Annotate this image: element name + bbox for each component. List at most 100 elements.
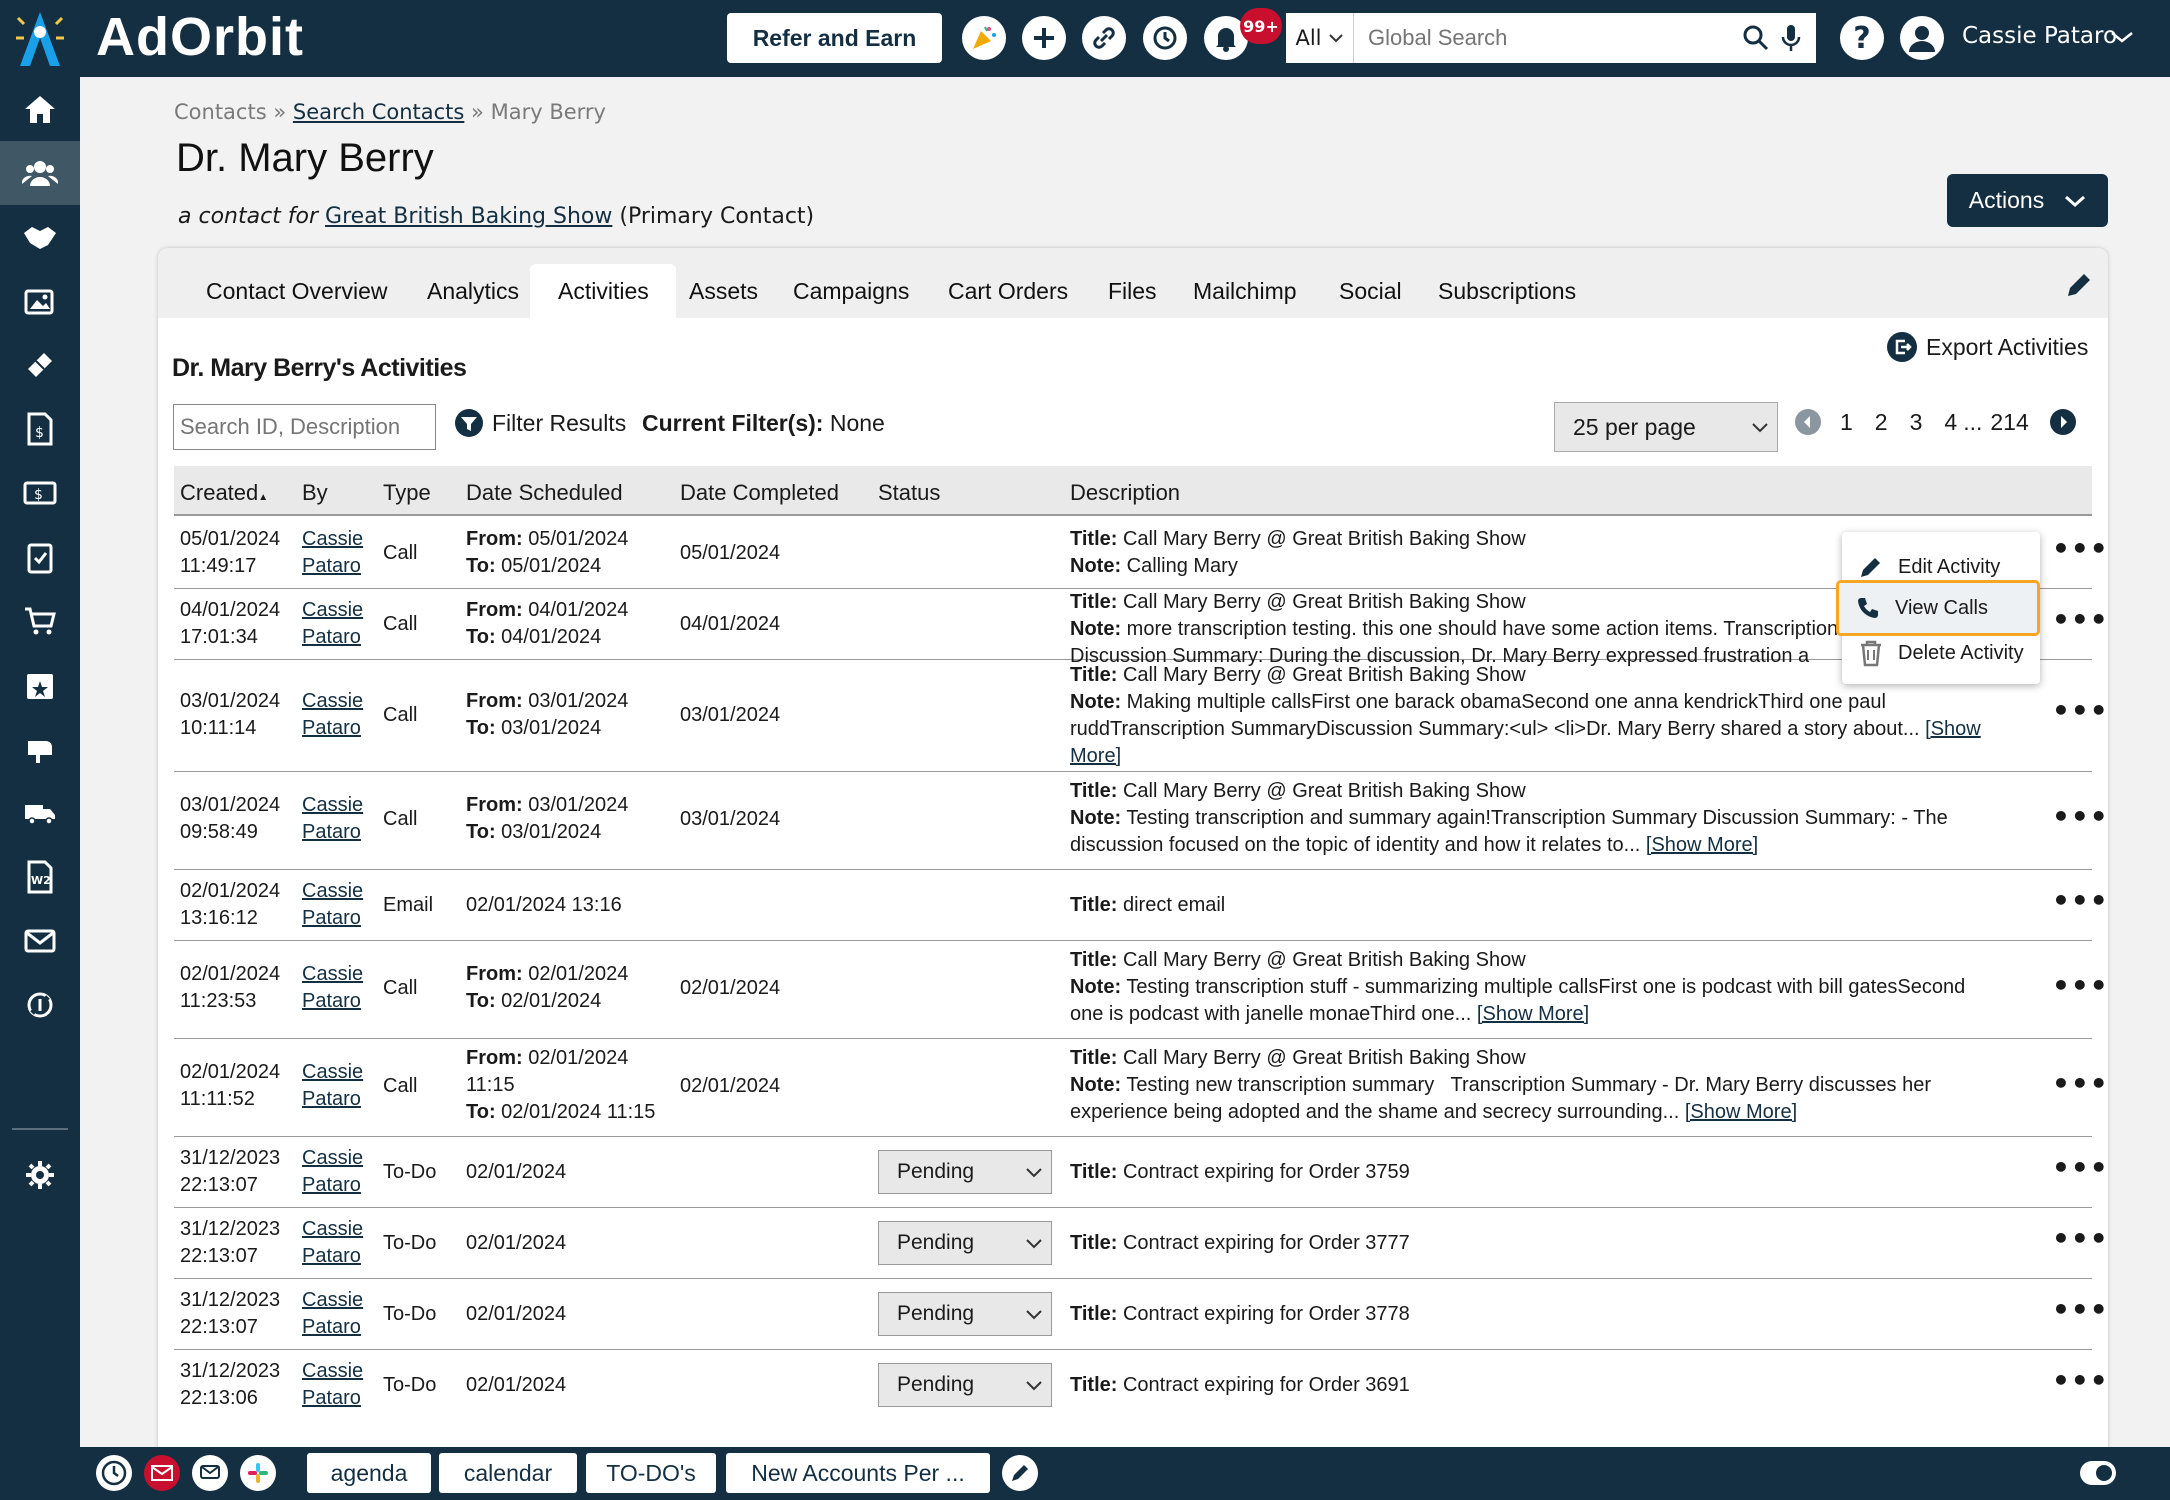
sidebar-item-delivery[interactable] bbox=[0, 781, 80, 845]
by-cell[interactable]: Cassie Pataro bbox=[302, 961, 363, 1015]
by-cell[interactable]: Cassie Pataro bbox=[302, 526, 363, 580]
by-cell[interactable]: Cassie Pataro bbox=[302, 1216, 363, 1270]
link-icon[interactable] bbox=[1082, 16, 1126, 60]
edit-toolbar-icon[interactable] bbox=[1002, 1455, 1038, 1491]
history-icon[interactable] bbox=[1143, 16, 1187, 60]
sidebar-item-email[interactable] bbox=[0, 909, 80, 973]
by-cell[interactable]: Cassie Pataro bbox=[302, 597, 363, 651]
user-menu-chevron-icon[interactable] bbox=[2110, 30, 2134, 44]
sidebar-item-tasks[interactable] bbox=[0, 525, 80, 589]
party-popper-icon[interactable] bbox=[962, 16, 1006, 60]
sidebar-item-w2[interactable]: W2 bbox=[0, 845, 80, 909]
tab-analytics[interactable]: Analytics bbox=[427, 278, 519, 305]
agenda-button[interactable]: agenda bbox=[307, 1453, 431, 1493]
user-name[interactable]: Cassie Pataro bbox=[1962, 23, 2117, 49]
by-cell[interactable]: Cassie Pataro bbox=[302, 1145, 363, 1199]
company-link[interactable]: Great British Baking Show bbox=[325, 204, 612, 229]
show-more-link[interactable]: [Show More] bbox=[1685, 1101, 1797, 1123]
add-icon[interactable] bbox=[1022, 16, 1066, 60]
tab-activities[interactable]: Activities bbox=[558, 278, 649, 305]
page-link[interactable]: 4 bbox=[1944, 409, 1957, 436]
status-select[interactable]: Pending bbox=[878, 1150, 1052, 1194]
tab-mailchimp[interactable]: Mailchimp bbox=[1193, 278, 1297, 305]
filter-results-button[interactable]: Filter Results bbox=[454, 408, 626, 438]
calendar-button[interactable]: calendar bbox=[439, 1453, 577, 1493]
row-actions-menu-icon[interactable]: ••• bbox=[2052, 800, 2109, 833]
column-status[interactable]: Status bbox=[878, 480, 940, 506]
show-more-link[interactable]: [Show bbox=[1925, 718, 1981, 740]
column-description[interactable]: Description bbox=[1070, 480, 1180, 506]
row-actions-menu-icon[interactable]: ••• bbox=[2052, 1151, 2109, 1184]
search-icon[interactable] bbox=[1742, 24, 1770, 52]
actions-button[interactable]: Actions bbox=[1947, 174, 2108, 227]
tab-subscriptions[interactable]: Subscriptions bbox=[1438, 278, 1576, 305]
help-icon[interactable]: ? bbox=[1840, 16, 1884, 60]
row-actions-menu-icon[interactable]: ••• bbox=[2052, 603, 2109, 636]
show-more-link[interactable]: More] bbox=[1070, 745, 1121, 767]
page-link[interactable]: 2 bbox=[1875, 409, 1888, 436]
edit-tabs-pencil-icon[interactable] bbox=[2064, 270, 2094, 300]
adorbit-logo-icon[interactable] bbox=[0, 0, 80, 77]
chat-mail-icon[interactable] bbox=[192, 1455, 228, 1491]
column-created[interactable]: Created▲ bbox=[180, 480, 268, 506]
refer-and-earn-button[interactable]: Refer and Earn bbox=[727, 13, 942, 63]
sidebar-item-cart[interactable] bbox=[0, 589, 80, 653]
by-cell[interactable]: Cassie Pataro bbox=[302, 1287, 363, 1341]
sidebar-item-mail[interactable] bbox=[0, 717, 80, 781]
brand-name[interactable]: AdOrbit bbox=[96, 6, 304, 68]
todos-button[interactable]: TO-DO's bbox=[586, 1453, 716, 1493]
sidebar-item-billing[interactable]: $ bbox=[0, 461, 80, 525]
show-more-link[interactable]: [Show More] bbox=[1646, 834, 1758, 856]
row-actions-menu-icon[interactable]: ••• bbox=[2052, 694, 2109, 727]
by-cell[interactable]: Cassie Pataro bbox=[302, 1059, 363, 1113]
row-actions-menu-icon[interactable]: ••• bbox=[2052, 1067, 2109, 1100]
avatar[interactable] bbox=[1900, 16, 1944, 60]
per-page-select[interactable]: 25 per page bbox=[1554, 402, 1778, 452]
column-type[interactable]: Type bbox=[383, 480, 431, 506]
page-link[interactable]: 214 bbox=[1990, 409, 2028, 436]
global-search-input[interactable] bbox=[1354, 14, 1742, 62]
breadcrumb-root[interactable]: Contacts bbox=[174, 100, 267, 124]
sidebar-item-calendar[interactable] bbox=[0, 653, 80, 717]
by-cell[interactable]: Cassie Pataro bbox=[302, 792, 363, 846]
sidebar-item-media[interactable] bbox=[0, 269, 80, 333]
status-select[interactable]: Pending bbox=[878, 1292, 1052, 1336]
tab-campaigns[interactable]: Campaigns bbox=[793, 278, 909, 305]
clock-icon[interactable] bbox=[96, 1455, 132, 1491]
mail-alert-icon[interactable] bbox=[144, 1455, 180, 1491]
tab-contact-overview[interactable]: Contact Overview bbox=[206, 278, 388, 305]
sidebar-item-tickets[interactable] bbox=[0, 333, 80, 397]
column-date-completed[interactable]: Date Completed bbox=[680, 480, 839, 506]
sidebar-item-contacts[interactable] bbox=[0, 141, 80, 205]
by-cell[interactable]: Cassie Pataro bbox=[302, 688, 363, 742]
export-activities-button[interactable]: Export Activities bbox=[1886, 331, 2088, 363]
tab-social[interactable]: Social bbox=[1339, 278, 1402, 305]
by-cell[interactable]: Cassie Pataro bbox=[302, 1358, 363, 1412]
status-select[interactable]: Pending bbox=[878, 1363, 1052, 1407]
row-actions-menu-icon[interactable]: ••• bbox=[2052, 969, 2109, 1002]
show-more-link[interactable]: [Show More] bbox=[1477, 1003, 1589, 1025]
new-accounts-button[interactable]: New Accounts Per ... bbox=[726, 1453, 990, 1493]
row-actions-menu-icon[interactable]: ••• bbox=[2052, 1293, 2109, 1326]
sidebar-item-deals[interactable] bbox=[0, 205, 80, 269]
row-actions-menu-icon[interactable]: ••• bbox=[2052, 1364, 2109, 1397]
tab-files[interactable]: Files bbox=[1108, 278, 1157, 305]
row-actions-menu-icon[interactable]: ••• bbox=[2052, 532, 2109, 565]
activity-search-input[interactable] bbox=[173, 404, 436, 450]
row-actions-menu-icon[interactable]: ••• bbox=[2052, 884, 2109, 917]
search-scope-select[interactable]: All bbox=[1286, 13, 1354, 63]
sidebar-item-orbit[interactable] bbox=[0, 973, 80, 1037]
prev-page-icon[interactable] bbox=[1794, 408, 1822, 436]
tab-cart-orders[interactable]: Cart Orders bbox=[948, 278, 1068, 305]
tab-assets[interactable]: Assets bbox=[689, 278, 758, 305]
slack-icon[interactable] bbox=[240, 1455, 276, 1491]
column-date-scheduled[interactable]: Date Scheduled bbox=[466, 480, 623, 506]
row-actions-menu-icon[interactable]: ••• bbox=[2052, 1222, 2109, 1255]
microphone-icon[interactable] bbox=[1780, 23, 1802, 53]
by-cell[interactable]: Cassie Pataro bbox=[302, 878, 363, 932]
page-link[interactable]: 1 bbox=[1840, 409, 1853, 436]
column-by[interactable]: By bbox=[302, 480, 328, 506]
sidebar-item-settings[interactable] bbox=[0, 1143, 80, 1207]
breadcrumb-search-contacts-link[interactable]: Search Contacts bbox=[293, 100, 464, 124]
page-link[interactable]: 3 bbox=[1910, 409, 1923, 436]
